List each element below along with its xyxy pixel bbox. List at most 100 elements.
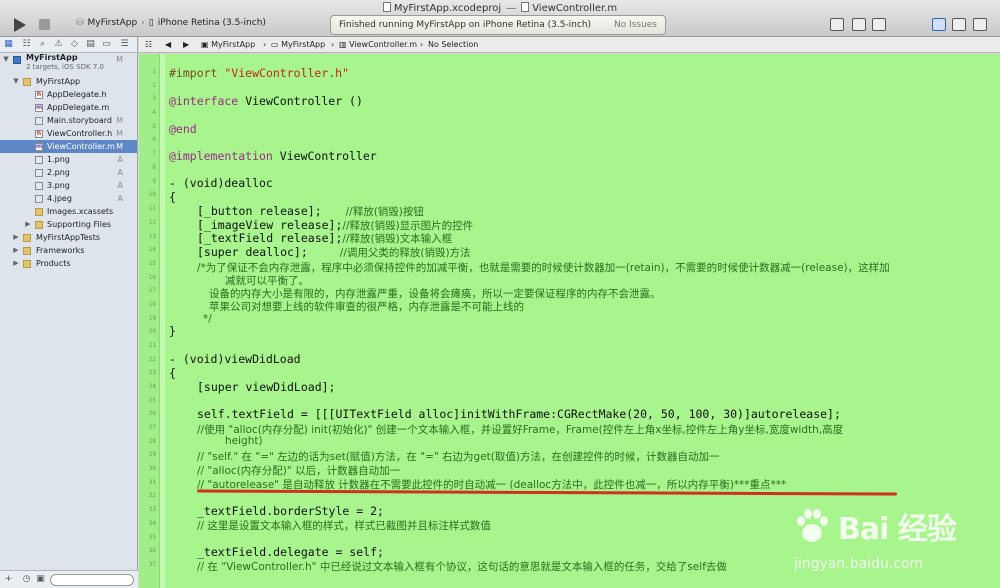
assistant-editor-button[interactable] [852,18,866,31]
line-number[interactable]: 37 [139,561,156,568]
disclosure-closed-icon[interactable]: ▶ [12,257,20,270]
tree-row-group[interactable]: ▶ MyFirstAppTests [0,231,137,244]
add-icon[interactable]: + [4,575,13,584]
line-number[interactable]: 10 [139,191,156,198]
tree-row-file[interactable]: 3.png A [0,179,137,192]
tree-row-file[interactable]: 2.png A [0,166,137,179]
line-number[interactable]: 4 [139,109,156,116]
line-number[interactable]: 35 [139,534,156,541]
line-number[interactable]: 23 [139,369,156,376]
line-number[interactable]: 11 [139,205,156,212]
line-number[interactable]: 2 [139,82,156,89]
line-number[interactable]: 15 [139,260,156,267]
tree-row-file[interactable]: Images.xcassets [0,205,137,218]
line-number[interactable]: 14 [139,246,156,253]
search-icon[interactable]: ⌕ [38,40,47,49]
code-folding-ribbon[interactable] [160,54,165,588]
scheme-device[interactable]: iPhone Retina (3.5-inch) [158,18,266,28]
tree-row-project[interactable]: ▼ MyFirstApp 2 targets, iOS SDK 7.0 M [0,53,137,75]
toggle-navigator-button[interactable] [932,18,946,31]
version-editor-button[interactable] [872,18,886,31]
code-line-brace: } [169,324,176,338]
status-issues[interactable]: No Issues [614,20,657,30]
forward-arrow-icon[interactable]: ▶ [183,37,189,53]
line-number[interactable]: 9 [139,178,156,185]
line-number[interactable]: 6 [139,136,156,143]
line-number[interactable]: 21 [139,342,156,349]
debug-icon[interactable]: ▤ [86,40,95,49]
tree-row-file[interactable]: 4.jpeg A [0,192,137,205]
line-number[interactable]: 30 [139,465,156,472]
line-number[interactable]: 20 [139,328,156,335]
stop-button[interactable] [39,19,50,30]
toggle-utilities-button[interactable] [973,18,987,31]
line-number[interactable]: 22 [139,356,156,363]
line-number[interactable]: 33 [139,506,156,513]
line-number[interactable]: 8 [139,164,156,171]
line-number[interactable]: 29 [139,451,156,458]
tree-row-file[interactable]: m AppDelegate.m [0,101,137,114]
image-file-icon [35,182,43,190]
tree-row-file[interactable]: h ViewController.h M [0,127,137,140]
scheme-selector[interactable]: ⛁ MyFirstApp › ▯ iPhone Retina (3.5-inch) [76,18,270,32]
folder-icon[interactable]: ▦ [4,40,13,49]
line-number[interactable]: 31 [139,479,156,486]
tree-row-file[interactable]: h AppDelegate.h [0,88,137,101]
line-number[interactable]: 24 [139,383,156,390]
tree-row-group[interactable]: ▶ Frameworks [0,244,137,257]
line-number[interactable]: 27 [139,424,156,431]
line-number[interactable]: 17 [139,287,156,294]
line-number[interactable]: 1 [139,68,156,75]
tree-row-file-selected[interactable]: m ViewController.m M [0,140,137,153]
tree-row-file[interactable]: 1.png A [0,153,137,166]
related-items-icon[interactable]: ☷ [145,37,152,53]
test-icon[interactable]: ◇ [70,40,79,49]
disclosure-open-icon[interactable]: ▼ [2,53,10,66]
breakpoint-icon[interactable]: ▭ [102,40,111,49]
code-text: [super dealloc]; [197,245,308,259]
tree-row-group[interactable]: ▶ Supporting Files [0,218,137,231]
log-icon[interactable]: ☰ [120,40,129,49]
warning-icon[interactable]: ⚠ [54,40,63,49]
tree-row-file[interactable]: Main.storyboard M [0,114,137,127]
red-hand-drawn-underline [196,489,898,496]
line-number[interactable]: 32 [139,492,156,499]
run-button[interactable] [14,18,26,32]
line-number[interactable]: 19 [139,315,156,322]
jump-bar-symbol[interactable]: No Selection [428,37,478,53]
line-number[interactable]: 34 [139,520,156,527]
disclosure-closed-icon[interactable]: ▶ [24,218,32,231]
jump-bar-project[interactable]: ▣ MyFirstApp [201,37,255,53]
symbol-icon[interactable]: ☷ [22,40,31,49]
disclosure-closed-icon[interactable]: ▶ [12,231,20,244]
line-number[interactable]: 28 [139,438,156,445]
line-number[interactable]: 12 [139,219,156,226]
code-text: [_textField release]; [197,231,343,245]
recent-files-icon[interactable]: ◷ [22,575,31,584]
chevron-right-icon: › [141,18,145,28]
keyword: @end [169,122,197,136]
jump-bar-group[interactable]: ▭ MyFirstApp [271,37,325,53]
line-number[interactable]: 36 [139,547,156,554]
disclosure-open-icon[interactable]: ▼ [12,75,20,88]
toggle-debug-area-button[interactable] [952,18,966,31]
line-number[interactable]: 5 [139,123,156,130]
disclosure-closed-icon[interactable]: ▶ [12,244,20,257]
tree-row-group[interactable]: ▶ Products [0,257,137,270]
line-number[interactable]: 3 [139,95,156,102]
line-number[interactable]: 18 [139,301,156,308]
standard-editor-button[interactable] [830,18,844,31]
comment-line: // "alloc(内存分配)" 以后，计数器自动加一 [197,465,401,477]
back-arrow-icon[interactable]: ◀ [165,37,171,53]
line-number[interactable]: 13 [139,233,156,240]
line-number[interactable]: 16 [139,274,156,281]
navigator-filter-input[interactable] [50,574,134,586]
scheme-target[interactable]: MyFirstApp [88,18,138,28]
line-number[interactable]: 25 [139,397,156,404]
line-number[interactable]: 26 [139,410,156,417]
code-text: [_imageView release]; [197,218,343,232]
scm-filter-icon[interactable]: ▣ [36,575,45,584]
tree-row-group-myfirstapp[interactable]: ▼ MyFirstApp [0,75,137,88]
jump-bar-file[interactable]: ▥ ViewController.m [339,37,417,53]
line-number[interactable]: 7 [139,150,156,157]
